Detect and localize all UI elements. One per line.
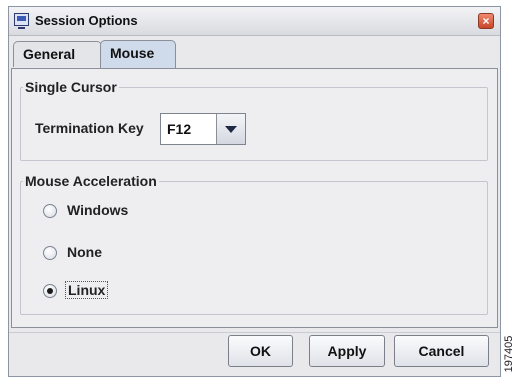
figure-id: 197405	[502, 336, 516, 374]
tab-mouse[interactable]: Mouse	[100, 40, 176, 68]
radio-button-none[interactable]	[43, 246, 57, 260]
mouse-acceleration-legend: Mouse Acceleration	[25, 173, 157, 189]
radio-button-linux[interactable]	[43, 284, 57, 298]
title-bar[interactable]: Session Options ×	[9, 7, 500, 36]
tab-general[interactable]: General	[13, 41, 102, 67]
window-title: Session Options	[35, 13, 138, 28]
termination-key-select[interactable]: F12	[160, 113, 246, 145]
single-cursor-legend: Single Cursor	[25, 79, 117, 95]
radio-label-linux: Linux	[65, 281, 109, 299]
radio-label-none: None	[67, 244, 102, 260]
session-options-dialog: Session Options × General Mouse Single C…	[8, 6, 501, 377]
termination-key-value: F12	[167, 121, 192, 137]
chevron-down-icon[interactable]	[216, 114, 245, 144]
close-icon[interactable]: ×	[478, 13, 494, 29]
cancel-button[interactable]: Cancel	[394, 335, 489, 367]
radio-button-windows[interactable]	[43, 204, 57, 218]
termination-key-label: Termination Key	[35, 120, 144, 136]
apply-button[interactable]: Apply	[309, 335, 385, 367]
figure-id-text: 197405	[503, 335, 515, 373]
radio-label-windows: Windows	[67, 202, 129, 218]
ok-button[interactable]: OK	[228, 335, 293, 367]
monitor-icon	[14, 13, 29, 29]
